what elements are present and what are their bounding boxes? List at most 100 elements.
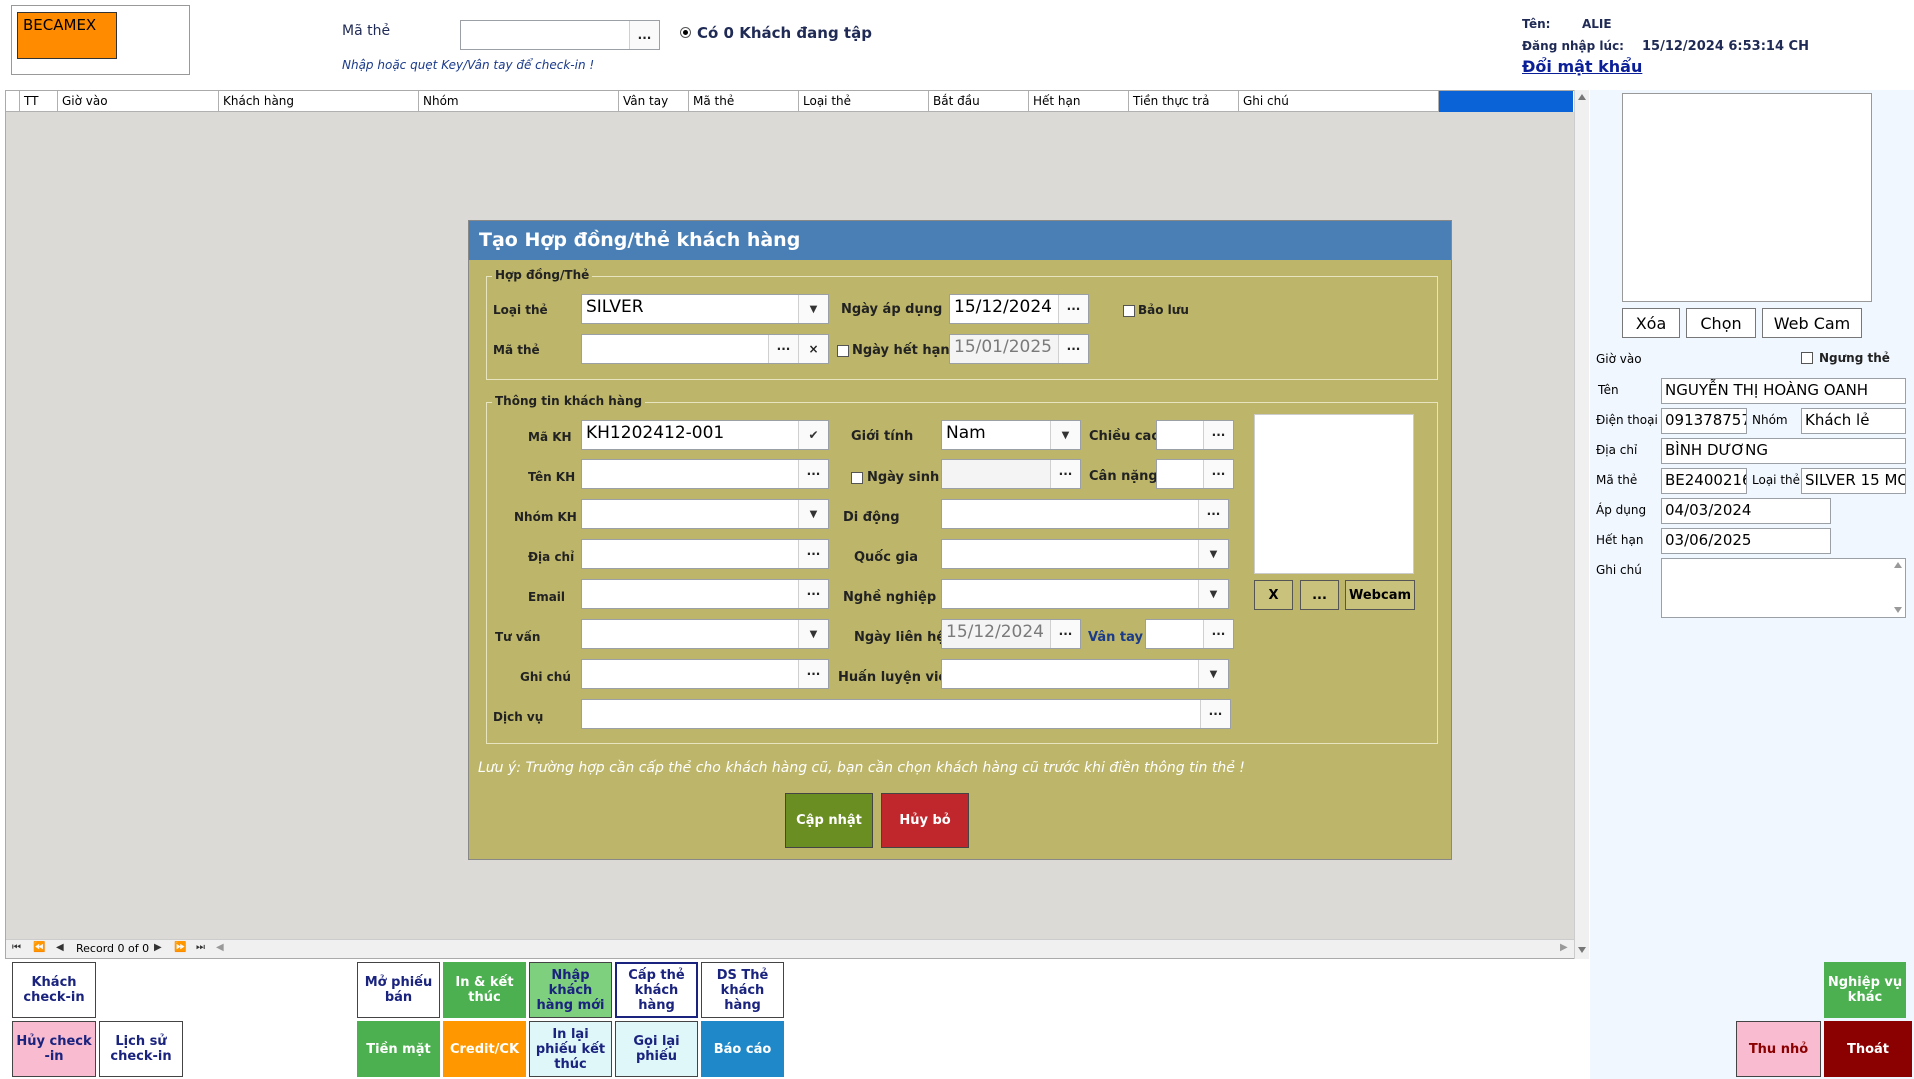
nhom-field[interactable]: Khách lẻ: [1801, 408, 1906, 434]
in-ket-thuc-button[interactable]: In & kết thúc: [443, 962, 526, 1018]
ngay-lien-he-input[interactable]: 15/12/2024 ···: [941, 619, 1081, 649]
calendar-dots-icon[interactable]: ···: [1050, 620, 1080, 648]
loai-the-field[interactable]: SILVER 15 MOI: [1801, 468, 1906, 494]
grid-col-het-han[interactable]: Hết hạn: [1029, 91, 1129, 112]
ma-kh-select[interactable]: KH1202412-001 ✔: [581, 420, 829, 450]
nav-first-icon[interactable]: ⏮: [12, 942, 21, 953]
ds-the-khach-hang-button[interactable]: DS Thẻ khách hàng: [701, 962, 784, 1018]
chevron-down-icon[interactable]: ▼: [1198, 580, 1228, 608]
grid-col-loai-the[interactable]: Loại thẻ: [799, 91, 929, 112]
check-icon[interactable]: ✔: [798, 421, 828, 449]
header-ma-the-input[interactable]: ...: [460, 20, 660, 50]
nav-prev-page-icon[interactable]: ⏪: [33, 942, 45, 953]
grid-col-tt[interactable]: TT: [20, 91, 58, 112]
email-input[interactable]: ···: [581, 579, 829, 609]
credit-ck-button[interactable]: Credit/CK: [443, 1021, 526, 1077]
grid-col-tien-thuc-tra[interactable]: Tiền thực trả: [1129, 91, 1239, 112]
change-password-link[interactable]: Đổi mật khẩu: [1522, 57, 1642, 76]
scroll-up-icon[interactable]: [1578, 94, 1586, 100]
mo-phieu-ban-button[interactable]: Mở phiếu bán: [357, 962, 440, 1018]
can-nang-input[interactable]: ···: [1156, 459, 1234, 489]
email-dots-icon[interactable]: ···: [798, 580, 828, 608]
ngay-sinh-input[interactable]: ···: [941, 459, 1081, 489]
ap-dung-field[interactable]: 04/03/2024: [1661, 498, 1831, 524]
photo-delete-button[interactable]: X: [1254, 580, 1293, 610]
scroll-down-icon[interactable]: [1578, 947, 1586, 953]
nav-next-page-icon[interactable]: ⏩: [174, 942, 186, 953]
ghi-chu-input[interactable]: ···: [581, 659, 829, 689]
nav-last-icon[interactable]: ⏭: [196, 942, 205, 953]
photo-browse-button[interactable]: ...: [1300, 580, 1339, 610]
hscroll-left-icon[interactable]: ◀: [216, 942, 224, 953]
ngay-sinh-checkbox[interactable]: [851, 472, 863, 484]
tien-mat-button[interactable]: Tiền mặt: [357, 1021, 440, 1077]
ghi-chu-scroll-down-icon[interactable]: [1894, 607, 1902, 613]
ngay-het-han-checkbox[interactable]: [837, 345, 849, 357]
dich-vu-input[interactable]: ···: [581, 699, 1231, 729]
ngay-ap-dung-input[interactable]: 15/12/2024 ···: [949, 294, 1089, 324]
huan-luyen-vien-select[interactable]: ▼: [941, 659, 1229, 689]
goi-lai-phieu-button[interactable]: Gọi lại phiếu: [615, 1021, 698, 1077]
grid-col-van-tay[interactable]: Vân tay: [619, 91, 689, 112]
chevron-down-icon[interactable]: ▼: [798, 500, 828, 528]
ma-the-input[interactable]: ··· ×: [581, 334, 829, 364]
grid-col-ma-the[interactable]: Mã thẻ: [689, 91, 799, 112]
di-dong-dots-icon[interactable]: ···: [1198, 500, 1228, 528]
lich-su-checkin-button[interactable]: Lịch sử check-in: [99, 1021, 183, 1077]
bao-cao-button[interactable]: Báo cáo: [701, 1021, 784, 1077]
ten-kh-input[interactable]: ···: [581, 459, 829, 489]
chevron-down-icon[interactable]: ▼: [798, 295, 828, 323]
dia-chi-dots-icon[interactable]: ···: [798, 540, 828, 568]
ngay-het-han-input[interactable]: 15/01/2025 ···: [949, 334, 1089, 364]
ma-the-field[interactable]: BE2400216: [1661, 468, 1747, 494]
grid-vertical-scrollbar[interactable]: [1574, 90, 1589, 959]
chevron-down-icon[interactable]: ▼: [798, 620, 828, 648]
di-dong-input[interactable]: ···: [941, 499, 1229, 529]
nhap-khach-hang-moi-button[interactable]: Nhập khách hàng mới: [529, 962, 612, 1018]
thoat-button[interactable]: Thoát: [1824, 1021, 1912, 1077]
hscroll-right-icon[interactable]: ▶: [1560, 942, 1568, 953]
chevron-down-icon[interactable]: ▼: [1198, 540, 1228, 568]
ghi-chu-field[interactable]: [1661, 558, 1906, 618]
loai-the-select[interactable]: SILVER ▼: [581, 294, 829, 324]
quoc-gia-select[interactable]: ▼: [941, 539, 1229, 569]
calendar-dots-icon[interactable]: ···: [1058, 295, 1088, 323]
grid-col-nhom[interactable]: Nhóm: [419, 91, 619, 112]
status-radio[interactable]: [680, 27, 691, 38]
header-ma-the-browse-button[interactable]: ...: [629, 21, 659, 49]
tu-van-select[interactable]: ▼: [581, 619, 829, 649]
dia-chi-input[interactable]: ···: [581, 539, 829, 569]
nghe-nghiep-select[interactable]: ▼: [941, 579, 1229, 609]
cap-the-khach-hang-button[interactable]: Cấp thẻ khách hàng: [615, 962, 698, 1018]
dich-vu-dots-icon[interactable]: ···: [1200, 700, 1230, 728]
gioi-tinh-select[interactable]: Nam ▼: [941, 420, 1081, 450]
photo-webcam-button[interactable]: Webcam: [1345, 580, 1415, 610]
update-button[interactable]: Cập nhật: [785, 793, 873, 848]
huy-checkin-button[interactable]: Hủy check -in: [12, 1021, 96, 1077]
calendar-dots-icon[interactable]: ···: [1058, 335, 1088, 363]
ten-field[interactable]: NGUYỄN THỊ HOÀNG OANH: [1661, 378, 1906, 404]
photo-xoa-button[interactable]: Xóa: [1622, 308, 1680, 338]
grid-col-bat-dau[interactable]: Bắt đầu: [929, 91, 1029, 112]
photo-chon-button[interactable]: Chọn: [1686, 308, 1756, 338]
in-lai-phieu-button[interactable]: In lại phiếu kết thúc: [529, 1021, 612, 1077]
ngung-the-checkbox[interactable]: [1801, 352, 1813, 364]
khach-checkin-button[interactable]: Khách check-in: [12, 962, 96, 1018]
dien-thoai-field[interactable]: 0913787570: [1661, 408, 1747, 434]
photo-webcam-button-right[interactable]: Web Cam: [1762, 308, 1862, 338]
van-tay-input[interactable]: ···: [1145, 619, 1234, 649]
ma-the-browse-icon[interactable]: ···: [768, 335, 798, 363]
chieu-cao-dots-icon[interactable]: ···: [1203, 421, 1233, 449]
nav-next-icon[interactable]: ▶: [154, 942, 162, 953]
ten-kh-dots-icon[interactable]: ···: [798, 460, 828, 488]
nghiep-vu-khac-button[interactable]: Nghiệp vụ khác: [1824, 962, 1906, 1018]
calendar-dots-icon[interactable]: ···: [1050, 460, 1080, 488]
nav-prev-icon[interactable]: ◀: [56, 942, 64, 953]
thu-nho-button[interactable]: Thu nhỏ: [1736, 1021, 1821, 1077]
het-han-field[interactable]: 03/06/2025: [1661, 528, 1831, 554]
grid-col-gio-vao[interactable]: Giờ vào: [58, 91, 219, 112]
can-nang-dots-icon[interactable]: ···: [1203, 460, 1233, 488]
chevron-down-icon[interactable]: ▼: [1050, 421, 1080, 449]
bao-luu-checkbox[interactable]: [1123, 305, 1135, 317]
close-icon[interactable]: ×: [798, 335, 828, 363]
